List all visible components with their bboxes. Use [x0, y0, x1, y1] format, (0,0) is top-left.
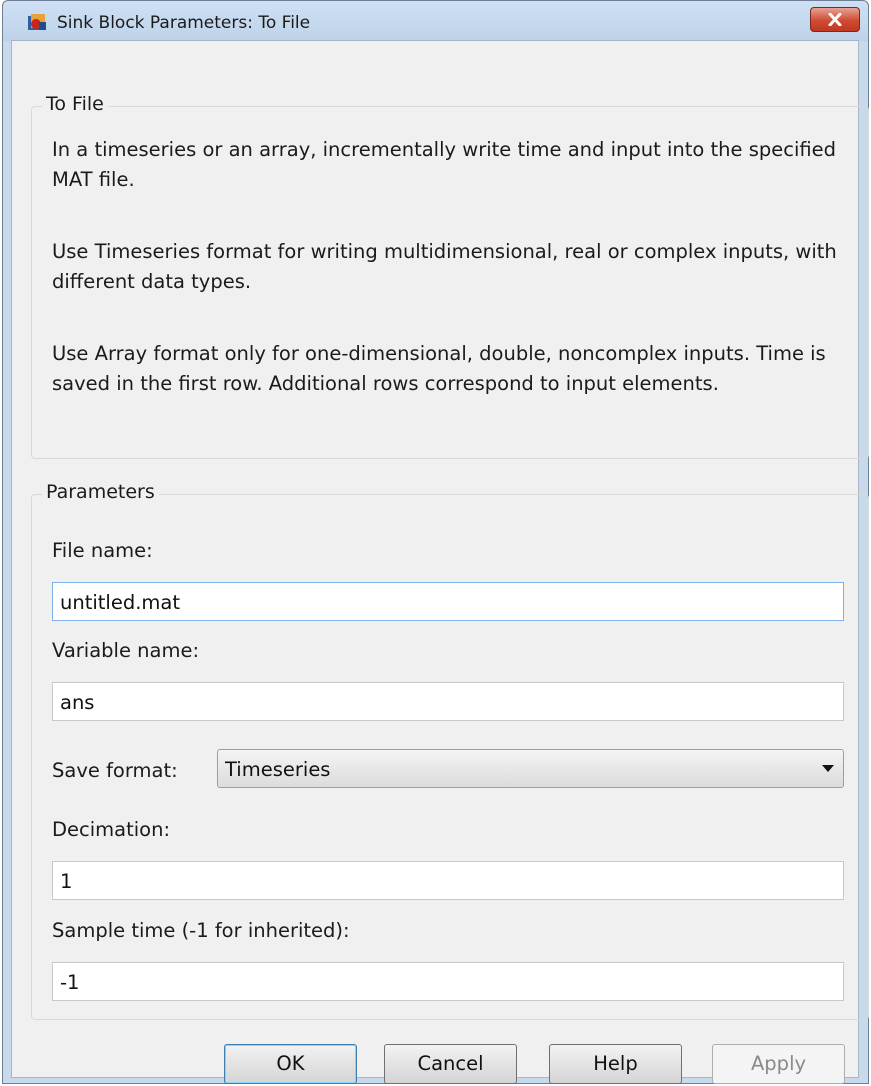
chevron-down-icon	[822, 765, 834, 772]
description-paragraph: In a timeseries or an array, incremental…	[52, 138, 837, 191]
variable-name-field[interactable]: ans	[52, 682, 844, 721]
window-title: Sink Block Parameters: To File	[57, 13, 311, 33]
sample-time-label: Sample time (-1 for inherited):	[52, 919, 350, 942]
to-file-group: To File In a timeseries or an array, inc…	[31, 93, 869, 459]
file-name-field[interactable]: untitled.mat	[52, 582, 844, 621]
apply-button[interactable]: Apply	[712, 1044, 845, 1084]
dialog-content: To File In a timeseries or an array, inc…	[11, 40, 869, 1084]
dialog-window: Sink Block Parameters: To File To File I…	[2, 0, 869, 1084]
close-icon	[828, 13, 842, 26]
save-format-label: Save format:	[52, 759, 178, 782]
help-button[interactable]: Help	[549, 1044, 682, 1084]
simulink-block-icon	[27, 13, 47, 33]
file-name-label: File name:	[52, 539, 153, 562]
variable-name-label: Variable name:	[52, 639, 200, 662]
save-format-value: Timeseries	[225, 758, 331, 781]
sample-time-field[interactable]: -1	[52, 962, 844, 1001]
close-button[interactable]	[810, 7, 860, 32]
to-file-legend: To File	[42, 93, 108, 115]
cancel-button[interactable]: Cancel	[384, 1044, 517, 1084]
description-paragraph: Use Timeseries format for writing multid…	[52, 240, 837, 293]
parameters-group: Parameters File name: untitled.mat Varia…	[31, 481, 869, 1020]
decimation-label: Decimation:	[52, 818, 171, 841]
description-paragraph: Use Array format only for one-dimensiona…	[52, 342, 826, 395]
save-format-dropdown[interactable]: Timeseries	[217, 749, 844, 788]
ok-button[interactable]: OK	[224, 1044, 357, 1084]
decimation-field[interactable]: 1	[52, 861, 844, 900]
title-bar[interactable]: Sink Block Parameters: To File	[3, 1, 868, 41]
parameters-legend: Parameters	[42, 481, 159, 503]
